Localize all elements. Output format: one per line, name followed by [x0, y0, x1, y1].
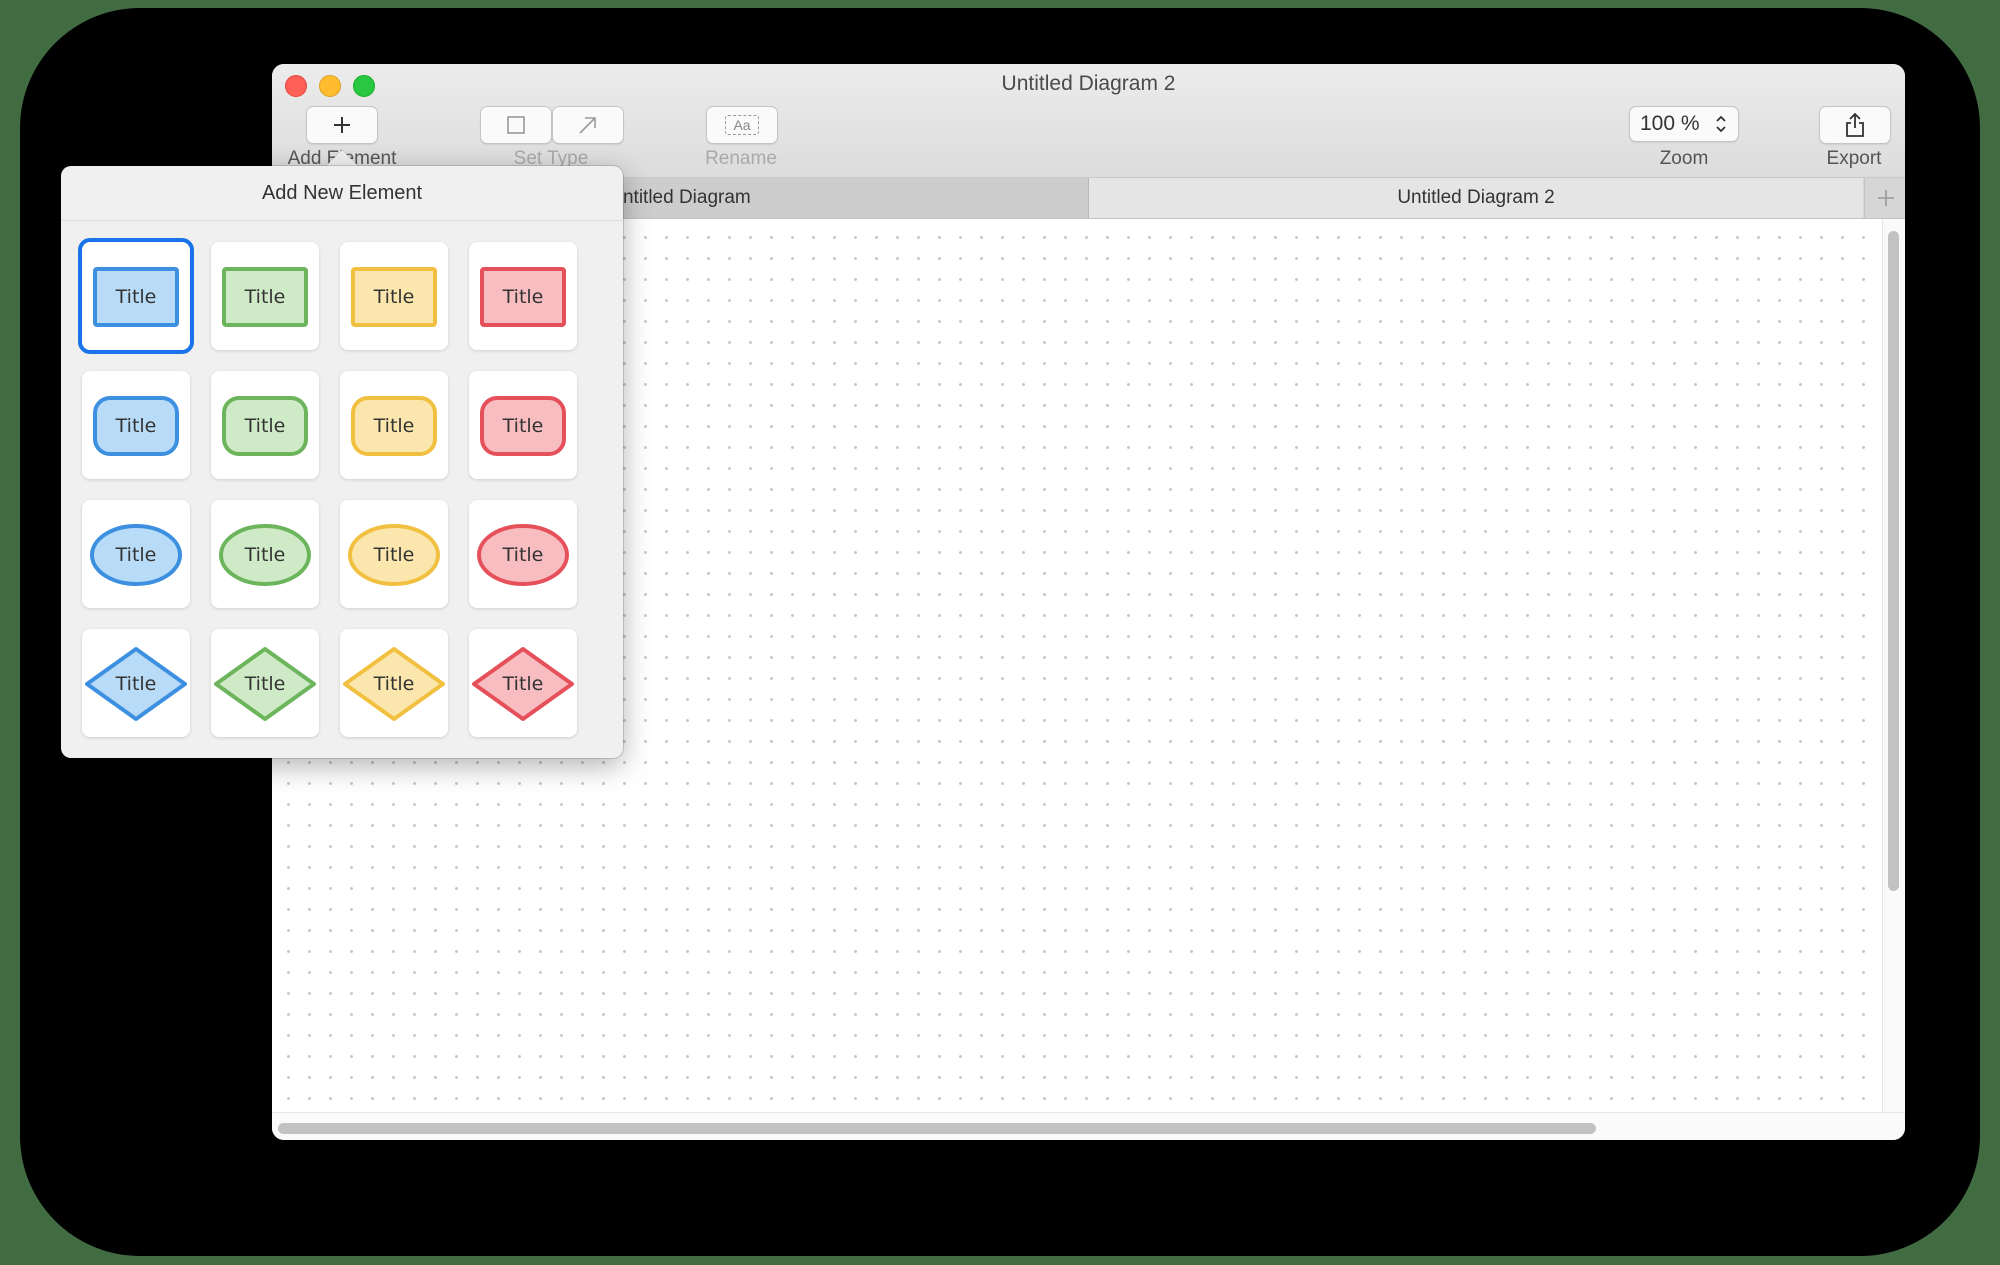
red-rounded-rectangle-option[interactable]: Title: [469, 371, 577, 479]
ellipse-icon: Title: [477, 524, 569, 586]
zoom-label: Zoom: [1659, 148, 1709, 169]
diamond-icon: Title: [472, 647, 574, 721]
shape-title-label: Title: [115, 286, 157, 308]
shape-title-label: Title: [502, 286, 544, 308]
tab-untitled-diagram-2[interactable]: Untitled Diagram 2: [1089, 178, 1863, 218]
popover-arrow: [325, 150, 359, 167]
blue-rounded-rectangle-option[interactable]: Title: [82, 371, 190, 479]
vertical-scrollbar-thumb[interactable]: [1888, 231, 1899, 891]
shape-title-label: Title: [373, 544, 415, 566]
blue-ellipse-option[interactable]: Title: [82, 500, 190, 608]
rectangle-icon: Title: [93, 267, 179, 327]
shape-title-label: Title: [373, 415, 415, 437]
rounded-rectangle-icon: Title: [480, 396, 566, 456]
red-rectangle-option[interactable]: Title: [469, 242, 577, 350]
shape-title-label: Title: [373, 286, 415, 308]
shape-title-label: Title: [502, 415, 544, 437]
ellipse-icon: Title: [348, 524, 440, 586]
rectangle-icon: Title: [480, 267, 566, 327]
arrow-diagonal-icon: [579, 117, 596, 134]
rename-icon-text: Aa: [733, 117, 751, 133]
square-icon: [507, 116, 525, 134]
shape-title-label: Title: [502, 544, 544, 566]
red-diamond-option[interactable]: Title: [469, 629, 577, 737]
shape-title-label: Title: [115, 415, 157, 437]
shape-title-label: Title: [244, 673, 286, 695]
green-rounded-rectangle-option[interactable]: Title: [211, 371, 319, 479]
shape-title-label: Title: [373, 673, 415, 695]
zoom-stepper[interactable]: 100 %: [1629, 106, 1739, 142]
blue-diamond-option[interactable]: Title: [82, 629, 190, 737]
plus-icon: [1877, 190, 1894, 206]
shape-title-label: Title: [244, 544, 286, 566]
green-diamond-option[interactable]: Title: [211, 629, 319, 737]
zoom-value: 100 %: [1640, 112, 1700, 135]
shape-title-label: Title: [502, 673, 544, 695]
ellipse-icon: Title: [219, 524, 311, 586]
red-ellipse-option[interactable]: Title: [469, 500, 577, 608]
export-button[interactable]: [1819, 106, 1891, 144]
set-type-node-button[interactable]: [480, 106, 552, 144]
export-label: Export: [1826, 148, 1882, 169]
shape-title-label: Title: [115, 544, 157, 566]
add-element-popover: Add New Element Title Title Title Title Titl…: [61, 166, 623, 758]
green-ellipse-option[interactable]: Title: [211, 500, 319, 608]
popover-title: Add New Element: [61, 166, 623, 221]
new-tab-button[interactable]: [1864, 178, 1905, 218]
yellow-rounded-rectangle-option[interactable]: Title: [340, 371, 448, 479]
share-icon: [1846, 112, 1864, 137]
green-rectangle-option[interactable]: Title: [211, 242, 319, 350]
yellow-rectangle-option[interactable]: Title: [340, 242, 448, 350]
window-title: Untitled Diagram 2: [1001, 72, 1176, 95]
set-type-arrow-button[interactable]: [552, 106, 624, 144]
diamond-icon: Title: [214, 647, 316, 721]
shape-title-label: Title: [244, 415, 286, 437]
rectangle-icon: Title: [222, 267, 308, 327]
shape-title-label: Title: [244, 286, 286, 308]
ellipse-icon: Title: [90, 524, 182, 586]
shape-title-label: Title: [115, 673, 157, 695]
diamond-icon: Title: [343, 647, 445, 721]
plus-icon: [334, 117, 350, 133]
rounded-rectangle-icon: Title: [222, 396, 308, 456]
stepper-arrows-icon[interactable]: [1714, 112, 1728, 136]
yellow-ellipse-option[interactable]: Title: [340, 500, 448, 608]
rename-button[interactable]: Aa: [706, 106, 778, 144]
yellow-diamond-option[interactable]: Title: [340, 629, 448, 737]
rectangle-icon: Title: [351, 267, 437, 327]
add-element-button[interactable]: [306, 106, 378, 144]
rename-icon: Aa: [725, 115, 759, 135]
title-bar: Untitled Diagram 2 Add Element Set Type …: [272, 64, 1905, 178]
horizontal-scrollbar-thumb[interactable]: [278, 1123, 1596, 1134]
diamond-icon: Title: [85, 647, 187, 721]
rounded-rectangle-icon: Title: [351, 396, 437, 456]
rename-label: Rename: [705, 148, 777, 169]
blue-rectangle-option[interactable]: Title: [82, 242, 190, 350]
rounded-rectangle-icon: Title: [93, 396, 179, 456]
